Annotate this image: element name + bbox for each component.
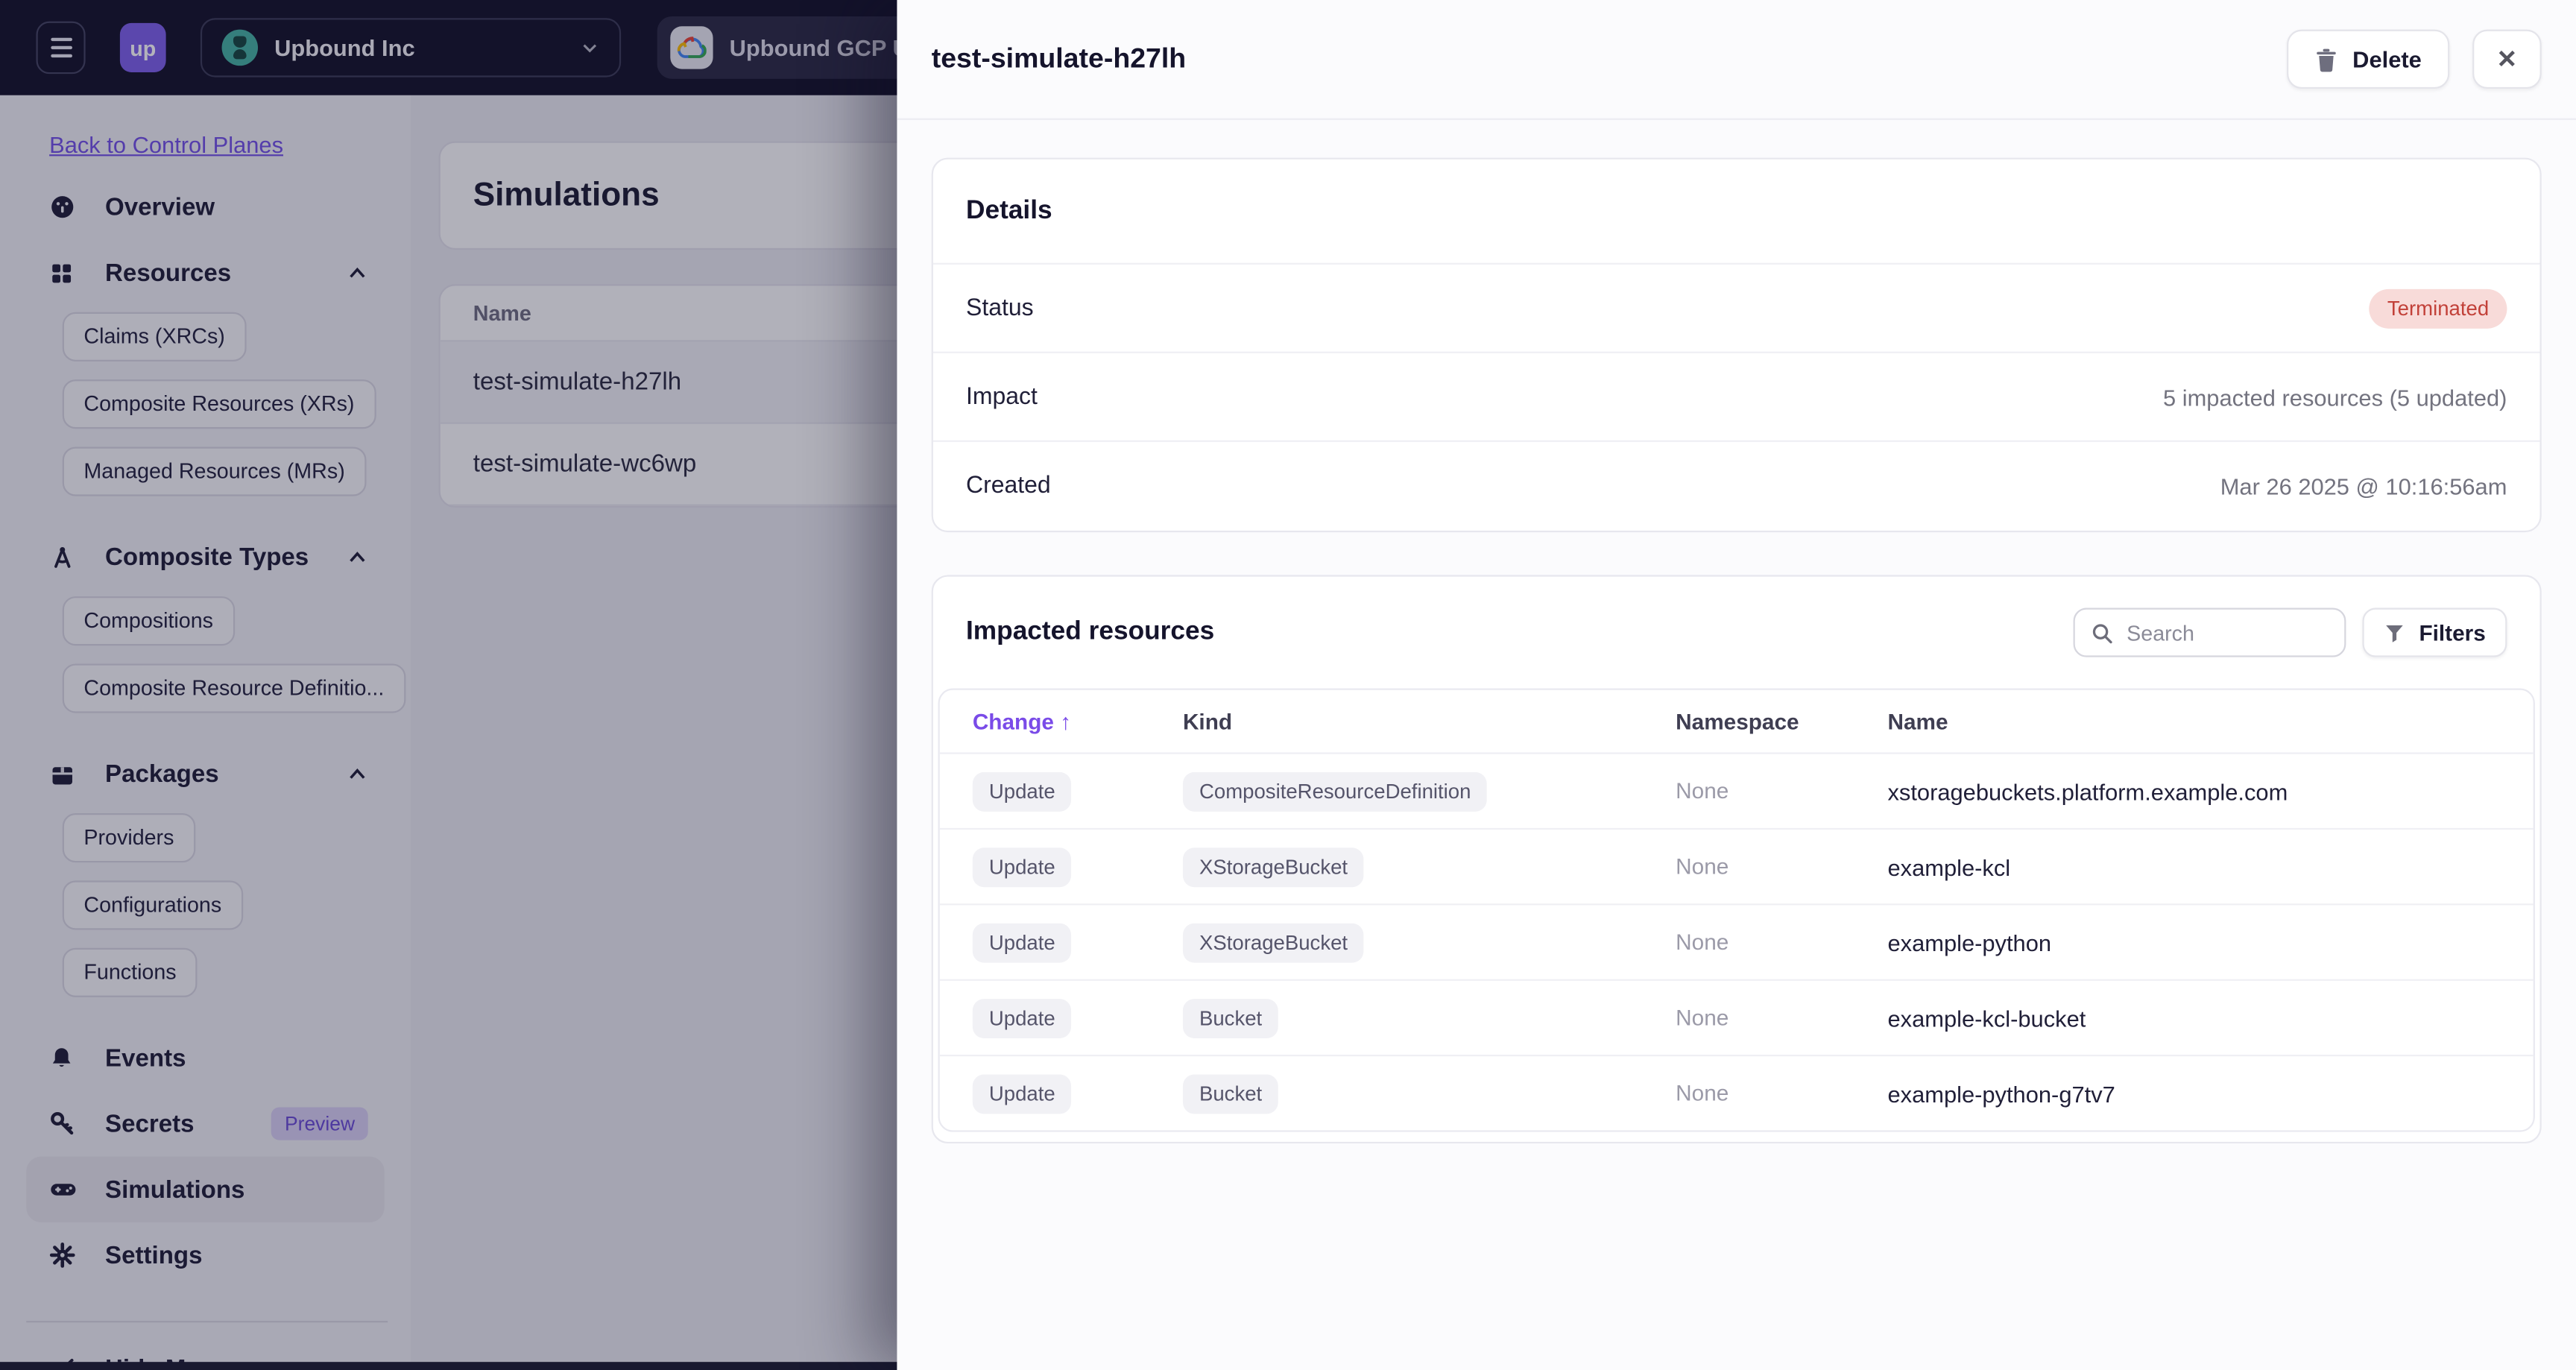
column-header-name[interactable]: Name — [1887, 709, 2533, 733]
created-value: Mar 26 2025 @ 10:16:56am — [2220, 473, 2507, 500]
drawer-title: test-simulate-h27lh — [931, 42, 1187, 75]
namespace-cell: None — [1676, 929, 1729, 955]
close-button[interactable]: ✕ — [2472, 29, 2542, 89]
kind-badge: CompositeResourceDefinition — [1182, 771, 1488, 811]
namespace-cell: None — [1676, 1081, 1729, 1106]
simulation-detail-drawer: test-simulate-h27lh Delete ✕ Details Sta… — [897, 0, 2576, 1370]
name-cell: example-kcl-bucket — [1887, 1004, 2086, 1032]
sort-ascending-icon: ↑ — [1060, 709, 1072, 734]
table-row: Update CompositeResourceDefinition None … — [939, 752, 2534, 827]
impacted-resources-table: Change ↑ Kind Namespace Name Update Comp… — [938, 688, 2535, 1132]
impact-value: 5 impacted resources (5 updated) — [2163, 383, 2507, 410]
impact-label: Impact — [965, 383, 1038, 410]
search-box — [2074, 607, 2347, 657]
table-row: Update XStorageBucket None example-kcl — [939, 827, 2534, 903]
name-cell: example-kcl — [1887, 853, 2011, 880]
name-cell: example-python-g7tv7 — [1887, 1080, 2115, 1107]
kind-badge: Bucket — [1182, 997, 1279, 1038]
change-badge: Update — [972, 771, 1072, 811]
filters-button-label: Filters — [2419, 620, 2486, 645]
change-badge: Update — [972, 847, 1072, 887]
app-viewport: up Upbound Inc Upbound GCP U Back to Con… — [0, 0, 2576, 1370]
namespace-cell: None — [1676, 778, 1729, 804]
close-icon: ✕ — [2496, 45, 2518, 75]
table-header-row: Change ↑ Kind Namespace Name — [940, 690, 2534, 753]
column-header-namespace[interactable]: Namespace — [1676, 709, 1887, 733]
change-badge: Update — [972, 997, 1072, 1038]
impacted-resources-card: Impacted resources Filters — [931, 575, 2542, 1144]
table-row: Update Bucket None example-kcl-bucket — [939, 979, 2534, 1055]
filters-button[interactable]: Filters — [2363, 607, 2507, 657]
details-heading: Details — [932, 160, 2540, 265]
status-row: Status Terminated — [932, 265, 2540, 353]
trash-icon — [2314, 47, 2337, 72]
drawer-header: test-simulate-h27lh Delete ✕ — [897, 0, 2576, 120]
created-label: Created — [965, 473, 1051, 500]
kind-badge: Bucket — [1182, 1073, 1279, 1114]
search-input[interactable] — [2127, 620, 2329, 645]
filter-funnel-icon — [2384, 622, 2406, 643]
name-cell: example-python — [1887, 929, 2052, 956]
impacted-controls: Filters — [2074, 607, 2507, 657]
search-icon — [2092, 622, 2114, 643]
drawer-actions: Delete ✕ — [2287, 29, 2542, 89]
namespace-cell: None — [1676, 854, 1729, 880]
namespace-cell: None — [1676, 1005, 1729, 1030]
column-header-kind[interactable]: Kind — [1183, 709, 1676, 733]
delete-button-label: Delete — [2352, 45, 2422, 72]
drawer-body: Details Status Terminated Impact 5 impac… — [897, 120, 2576, 1144]
change-badge: Update — [972, 1073, 1072, 1114]
impact-row: Impact 5 impacted resources (5 updated) — [932, 353, 2540, 442]
table-row: Update Bucket None example-python-g7tv7 — [939, 1055, 2534, 1130]
impacted-resources-header: Impacted resources Filters — [933, 577, 2540, 689]
delete-button[interactable]: Delete — [2287, 29, 2450, 89]
table-row: Update XStorageBucket None example-pytho… — [939, 903, 2534, 979]
name-cell: xstoragebuckets.platform.example.com — [1887, 777, 2288, 804]
impacted-resources-heading: Impacted resources — [965, 617, 1215, 646]
column-header-change[interactable]: Change ↑ — [973, 709, 1183, 733]
kind-badge: XStorageBucket — [1182, 847, 1365, 887]
created-row: Created Mar 26 2025 @ 10:16:56am — [933, 442, 2540, 531]
status-label: Status — [965, 294, 1034, 321]
details-card: Details Status Terminated Impact 5 impac… — [931, 157, 2542, 533]
status-badge: Terminated — [2369, 288, 2507, 328]
kind-badge: XStorageBucket — [1182, 922, 1365, 962]
change-badge: Update — [972, 922, 1072, 962]
